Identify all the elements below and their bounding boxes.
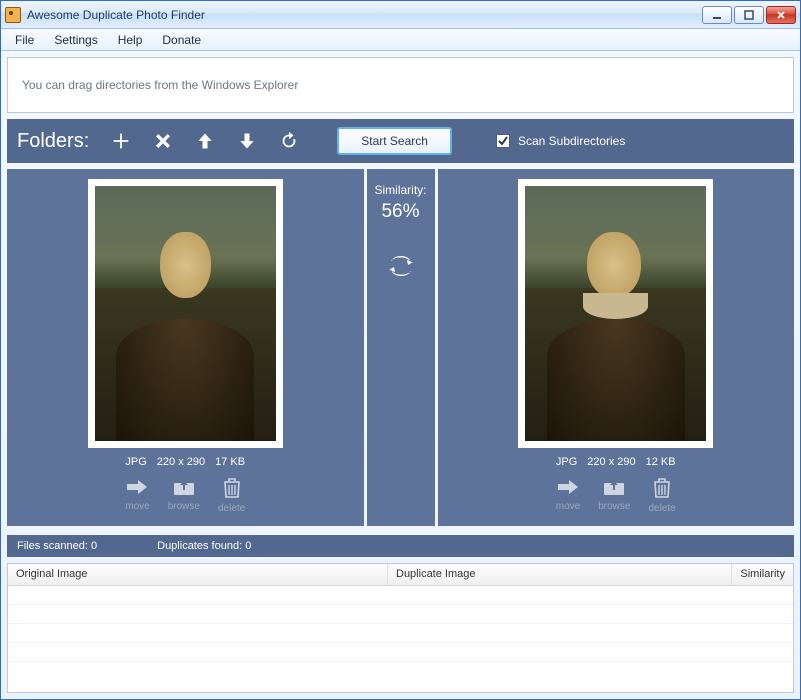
files-scanned-label: Files scanned: — [17, 540, 88, 552]
trash-icon — [223, 478, 241, 501]
swap-button[interactable] — [385, 253, 417, 279]
left-format: JPG — [125, 456, 146, 468]
left-photo-thumbnail[interactable] — [95, 186, 276, 441]
results-body[interactable] — [8, 586, 793, 692]
left-image-panel: JPG 220 x 290 17 KB move — [7, 169, 364, 526]
compare-row: JPG 220 x 290 17 KB move — [7, 169, 794, 526]
column-duplicate[interactable]: Duplicate Image — [388, 564, 732, 585]
right-delete-button[interactable]: delete — [648, 478, 675, 514]
right-photo-thumbnail[interactable] — [525, 186, 706, 441]
window-title: Awesome Duplicate Photo Finder — [27, 8, 702, 22]
duplicates-found-value: 0 — [245, 540, 251, 552]
right-image-panel: JPG 220 x 290 12 KB move — [438, 169, 795, 526]
titlebar: Awesome Duplicate Photo Finder — [1, 1, 800, 29]
left-size: 17 KB — [215, 456, 245, 468]
left-delete-button[interactable]: delete — [218, 478, 245, 514]
column-original[interactable]: Original Image — [8, 564, 388, 585]
left-browse-label: browse — [168, 501, 200, 512]
similarity-value: 56% — [381, 201, 419, 223]
status-bar: Files scanned: 0 Duplicates found: 0 — [7, 535, 794, 557]
files-scanned-value: 0 — [91, 540, 97, 552]
left-image-meta: JPG 220 x 290 17 KB — [125, 456, 245, 468]
folder-up-icon — [173, 478, 195, 499]
left-photo-frame — [88, 179, 283, 448]
similarity-panel: Similarity: 56% — [367, 169, 435, 526]
folders-label: Folders: — [17, 130, 89, 153]
right-size: 12 KB — [646, 456, 676, 468]
left-move-label: move — [125, 501, 149, 512]
folder-drop-panel[interactable]: You can drag directories from the Window… — [7, 57, 794, 113]
menu-settings[interactable]: Settings — [44, 31, 107, 49]
left-dimensions: 220 x 290 — [157, 456, 205, 468]
trash-icon — [653, 478, 671, 501]
duplicates-found-label: Duplicates found: — [157, 540, 242, 552]
maximize-button[interactable] — [734, 6, 764, 24]
scan-subdirs-label: Scan Subdirectories — [518, 134, 625, 148]
menu-file[interactable]: File — [5, 31, 44, 49]
remove-folder-button[interactable] — [149, 127, 177, 155]
left-image-actions: move browse delete — [125, 478, 245, 514]
add-folder-button[interactable] — [107, 127, 135, 155]
scan-subdirs-checkbox[interactable] — [496, 134, 510, 148]
right-format: JPG — [556, 456, 577, 468]
right-move-button[interactable]: move — [556, 478, 580, 514]
drop-hint-text: You can drag directories from the Window… — [22, 78, 298, 92]
similarity-label: Similarity: — [374, 183, 426, 197]
table-row — [8, 605, 793, 624]
right-image-actions: move browse delete — [556, 478, 676, 514]
duplicates-found: Duplicates found: 0 — [157, 540, 251, 552]
files-scanned: Files scanned: 0 — [17, 540, 97, 552]
window-controls — [702, 6, 796, 24]
folders-toolbar: Folders: Start Search Scan Subdirec — [7, 119, 794, 163]
right-browse-button[interactable]: browse — [598, 478, 630, 514]
results-header: Original Image Duplicate Image Similarit… — [8, 564, 793, 586]
table-row — [8, 624, 793, 643]
left-delete-label: delete — [218, 503, 245, 514]
right-photo-frame — [518, 179, 713, 448]
minimize-button[interactable] — [702, 6, 732, 24]
close-button[interactable] — [766, 6, 796, 24]
start-search-button[interactable]: Start Search — [337, 127, 452, 155]
right-image-meta: JPG 220 x 290 12 KB — [556, 456, 676, 468]
app-icon — [5, 7, 21, 23]
arrow-right-icon — [556, 478, 580, 499]
content-area: You can drag directories from the Window… — [1, 51, 800, 699]
results-table: Original Image Duplicate Image Similarit… — [7, 563, 794, 693]
table-row — [8, 643, 793, 662]
refresh-button[interactable] — [275, 127, 303, 155]
right-move-label: move — [556, 501, 580, 512]
table-row — [8, 586, 793, 605]
menubar: File Settings Help Donate — [1, 29, 800, 51]
right-browse-label: browse — [598, 501, 630, 512]
arrow-right-icon — [125, 478, 149, 499]
column-similarity[interactable]: Similarity — [732, 564, 793, 585]
app-window: Awesome Duplicate Photo Finder File Sett… — [0, 0, 801, 700]
move-down-button[interactable] — [233, 127, 261, 155]
folder-up-icon — [603, 478, 625, 499]
left-move-button[interactable]: move — [125, 478, 149, 514]
right-delete-label: delete — [648, 503, 675, 514]
scan-subdirs-option[interactable]: Scan Subdirectories — [496, 134, 625, 148]
left-browse-button[interactable]: browse — [168, 478, 200, 514]
menu-donate[interactable]: Donate — [152, 31, 211, 49]
move-up-button[interactable] — [191, 127, 219, 155]
right-dimensions: 220 x 290 — [587, 456, 635, 468]
menu-help[interactable]: Help — [108, 31, 153, 49]
